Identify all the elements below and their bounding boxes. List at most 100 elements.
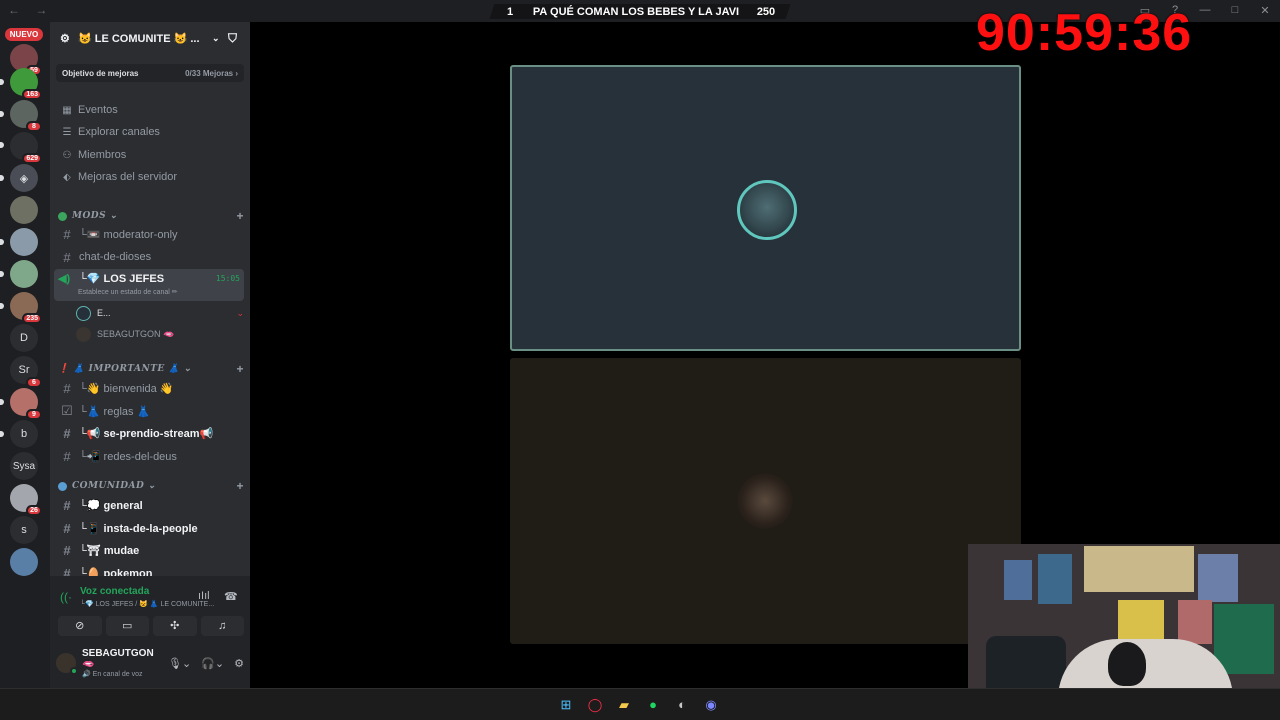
channel-label: chat-de-dioses	[79, 251, 152, 263]
screen-share-icon[interactable]: ▭	[105, 616, 149, 636]
streamer-head	[1108, 642, 1146, 686]
server-icon[interactable]: s	[10, 516, 38, 544]
voice-status[interactable]: Voz conectada	[80, 586, 149, 597]
add-member-icon[interactable]: ⛉	[228, 31, 250, 46]
server-icon[interactable]: 163	[10, 68, 42, 100]
category-mods[interactable]: MODS ⌄ +	[58, 209, 244, 223]
server-icon[interactable]: D	[10, 324, 38, 352]
channel-insta-de-la-people[interactable]: # └📱 insta-de-la-people	[54, 518, 244, 538]
channel-chat-de-dioses[interactable]: # chat-de-dioses	[54, 247, 244, 267]
soundboard-icon[interactable]: ♫	[200, 616, 244, 636]
server-icon[interactable]: 9	[10, 388, 42, 420]
voice-channel-los-jefes[interactable]: ◀) └💎 LOS JEFES 15:05 Establece un estad…	[54, 269, 244, 301]
channel-redes-del-deus[interactable]: # └📲 redes-del-deus	[54, 446, 244, 466]
activities-icon[interactable]: ✣	[153, 616, 197, 636]
server-letter: Sr	[18, 364, 30, 376]
signal-icon[interactable]: ((·	[60, 590, 72, 604]
nav-events[interactable]: ▦ Eventos	[58, 100, 244, 120]
unread-pip	[0, 239, 4, 245]
nav-label: Mejoras del servidor	[78, 171, 178, 183]
category-comunidad[interactable]: COMUNIDAD ⌄ +	[58, 479, 244, 493]
server-icon[interactable]: 8	[10, 100, 42, 132]
server-icon[interactable]: ◈	[10, 164, 38, 192]
camera-off-icon[interactable]: ⊘	[58, 616, 102, 636]
mention-badge: 8	[26, 121, 42, 132]
add-channel-icon[interactable]: +	[236, 362, 244, 376]
add-channel-icon[interactable]: +	[236, 479, 244, 493]
folder-icon[interactable]: ▰	[614, 695, 634, 715]
video-tile[interactable]	[510, 358, 1021, 644]
server-icon[interactable]: Sr 6	[10, 356, 42, 388]
server-icon[interactable]: 26	[10, 484, 42, 516]
server-icon[interactable]: b	[10, 420, 38, 448]
close-icon[interactable]: ✕	[1258, 4, 1272, 17]
disconnect-icon[interactable]: ☎	[224, 590, 238, 603]
unread-pip	[0, 111, 4, 117]
channel-bienvenida[interactable]: # └👋 bienvenida 👋	[54, 378, 244, 398]
server-icon[interactable]	[10, 260, 38, 288]
voice-user[interactable]: E... ⌄	[76, 303, 244, 323]
channel-reglas[interactable]: ☑ └👗 reglas 👗	[54, 401, 244, 421]
nav-browse-channels[interactable]: ☰ Explorar canales	[58, 122, 244, 142]
category-label: MODS	[72, 211, 107, 221]
spotify-icon[interactable]: ●	[643, 695, 663, 715]
server-icon[interactable]	[10, 196, 38, 224]
unread-pip	[0, 431, 4, 437]
speaker-icon: ◀)	[58, 273, 71, 285]
sub-goal-banner: 1 PA QUÉ COMAN LOS BEBES Y LA JAVI 250	[492, 4, 788, 19]
category-icon	[58, 211, 67, 221]
channel-moderator-only[interactable]: # └📼 moderator-only	[54, 224, 244, 244]
category-importante[interactable]: ❗ 👗 IMPORTANTE 👗 ⌄ +	[58, 362, 244, 376]
voice-location[interactable]: └💎 LOS JEFES / 😺 👗 LE COMUNITE...	[80, 600, 214, 608]
unread-pip	[0, 303, 4, 309]
channel-se-prendio-stream[interactable]: # └📢 se-prendio-stream📢	[54, 423, 244, 443]
nav-members[interactable]: ⚇ Miembros	[58, 145, 244, 165]
voice-user[interactable]: SEBAGUTGON 🫦	[76, 324, 244, 344]
boost-goal-bar[interactable]: Objetivo de mejoras 0/33 Mejoras ›	[56, 64, 244, 82]
avatar	[76, 326, 91, 342]
channel-mudae[interactable]: # └⛩ mudae	[54, 540, 244, 560]
current-user: SEBAGUTGON 🫦 🔊 En canal de voz 🎙⌄ 🎧⌄ ⚙	[56, 648, 244, 678]
hash-icon: #	[63, 249, 71, 265]
category-icon	[58, 481, 67, 491]
nav-arrows-icon[interactable]: ← →	[8, 3, 53, 17]
user-status: 🔊 En canal de voz	[82, 671, 143, 678]
sub-goal-text: PA QUÉ COMAN LOS BEBES Y LA JAVI	[532, 5, 740, 18]
taskbar: ⊞ ◯ ▰ ● ◐ ◉	[0, 688, 1280, 720]
poster-image	[1038, 554, 1072, 604]
hash-icon: #	[63, 497, 71, 513]
microphone-icon[interactable]: 🎙⌄	[168, 657, 191, 670]
server-icon[interactable]: 235	[10, 292, 42, 324]
nav-label: Explorar canales	[78, 126, 160, 138]
unread-pip	[0, 399, 4, 405]
server-icon[interactable]	[10, 228, 38, 256]
channel-label: └💎 LOS JEFES	[79, 273, 165, 285]
noise-suppression-icon[interactable]: ıIıl	[198, 590, 210, 602]
channel-status[interactable]: Establece un estado de canal ✏	[78, 288, 178, 296]
server-icon[interactable]: 629	[10, 132, 42, 164]
mention-badge: 629	[22, 153, 42, 164]
channel-label: └👋 bienvenida 👋	[79, 382, 174, 395]
server-icon[interactable]: Sysa	[10, 452, 38, 480]
browser-icon[interactable]: ◯	[585, 695, 605, 715]
server-icon[interactable]	[10, 548, 38, 576]
nav-server-boosts[interactable]: ⬖ Mejoras del servidor	[58, 167, 244, 187]
user-panel: ((· Voz conectada └💎 LOS JEFES / 😺 👗 LE …	[50, 576, 250, 688]
discord-icon[interactable]: ◉	[701, 695, 721, 715]
video-tile-speaking[interactable]	[510, 65, 1021, 351]
voice-user-name: E...	[97, 308, 111, 318]
add-channel-icon[interactable]: +	[236, 209, 244, 223]
gear-icon[interactable]: ⚙	[234, 657, 244, 670]
channel-label: └📢 se-prendio-stream📢	[79, 427, 214, 440]
server-name: 😺 LE COMUNITE 😺 ...	[78, 32, 200, 45]
hash-icon: #	[63, 542, 71, 558]
server-header[interactable]: ⚙ 😺 LE COMUNITE 😺 ... ⌄ ⛉	[50, 22, 250, 54]
poster-image	[1198, 554, 1238, 602]
unread-pip	[0, 175, 4, 181]
app-icon[interactable]: ◐	[672, 695, 692, 715]
channel-general[interactable]: # └💭 general	[54, 495, 244, 515]
start-icon[interactable]: ⊞	[556, 695, 576, 715]
boost-goal-label: Objetivo de mejoras	[62, 68, 139, 78]
avatar[interactable]	[56, 653, 78, 675]
headphones-icon[interactable]: 🎧⌄	[201, 657, 224, 670]
